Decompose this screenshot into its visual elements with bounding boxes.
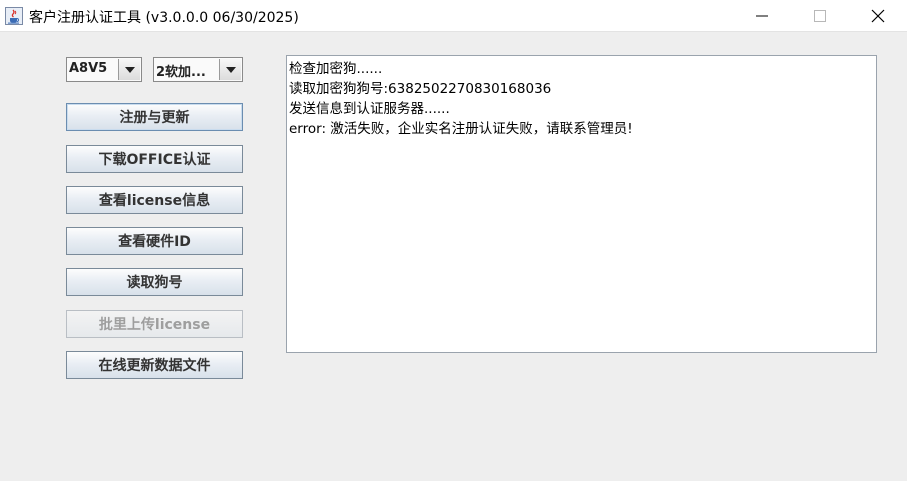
read-dongle-button[interactable]: 读取狗号 (66, 268, 243, 296)
maximize-icon (814, 10, 826, 22)
view-hardware-id-button[interactable]: 查看硬件ID (66, 227, 243, 255)
log-line: 读取加密狗狗号:6382502270830168036 (289, 81, 552, 97)
close-button[interactable] (849, 0, 907, 32)
log-line: error: 激活失败，企业实名注册认证失败，请联系管理员! (289, 121, 633, 137)
batch-upload-license-button: 批里上传license (66, 310, 243, 338)
chevron-down-icon (225, 66, 236, 73)
log-line: 检查加密狗...... (289, 61, 383, 77)
app-window: 客户注册认证工具 (v3.0.0.0 06/30/2025) A8V5 2软加.… (0, 0, 907, 481)
chevron-down-icon (124, 66, 135, 73)
download-office-button[interactable]: 下载OFFICE认证 (66, 145, 243, 173)
view-license-button[interactable]: 查看license信息 (66, 186, 243, 214)
version-select-value: A8V5 (69, 61, 108, 76)
java-cup-icon (5, 7, 23, 25)
online-update-data-button[interactable]: 在线更新数据文件 (66, 351, 243, 379)
close-icon (871, 9, 885, 23)
type-select[interactable]: 2软加... (153, 57, 243, 82)
type-select-dropdown-button[interactable] (219, 59, 241, 80)
output-log-area[interactable]: 检查加密狗...... 读取加密狗狗号:6382502270830168036 … (286, 55, 877, 353)
window-title: 客户注册认证工具 (v3.0.0.0 06/30/2025) (29, 10, 299, 26)
log-line: 发送信息到认证服务器...... (289, 101, 450, 117)
title-bar: 客户注册认证工具 (v3.0.0.0 06/30/2025) (0, 0, 907, 32)
type-select-value: 2软加... (156, 65, 206, 80)
maximize-button[interactable] (791, 0, 849, 32)
register-update-button[interactable]: 注册与更新 (66, 103, 243, 131)
version-select[interactable]: A8V5 (66, 57, 142, 82)
version-select-dropdown-button[interactable] (118, 59, 140, 80)
minimize-icon (756, 15, 768, 17)
minimize-button[interactable] (733, 0, 791, 32)
